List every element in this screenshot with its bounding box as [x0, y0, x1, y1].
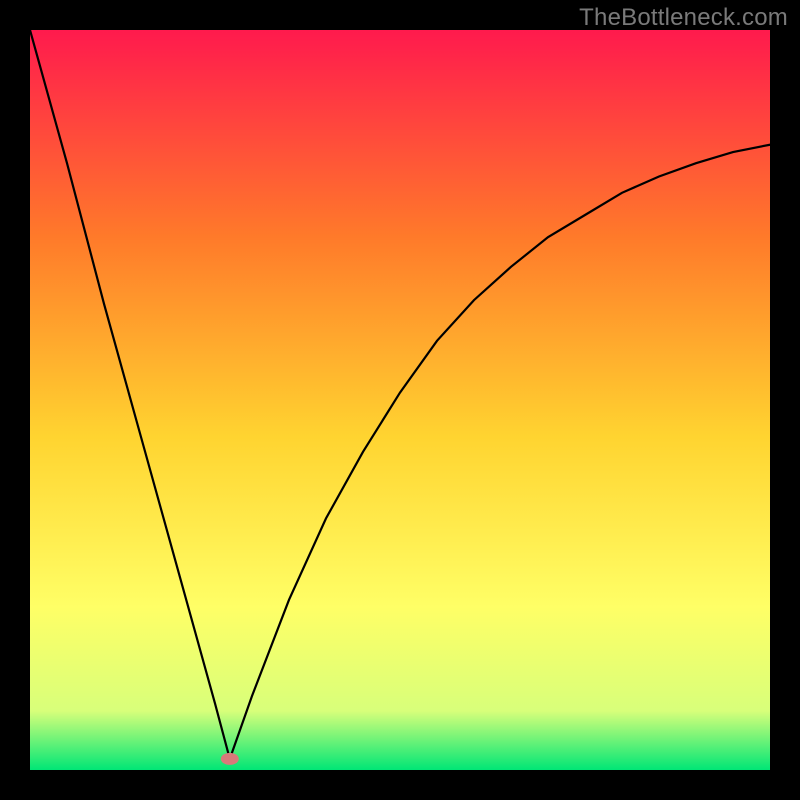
watermark-text: TheBottleneck.com: [579, 4, 788, 32]
chart-svg: [30, 30, 770, 770]
gradient-background: [30, 30, 770, 770]
chart-frame: [30, 30, 770, 770]
optimum-marker: [221, 753, 239, 765]
